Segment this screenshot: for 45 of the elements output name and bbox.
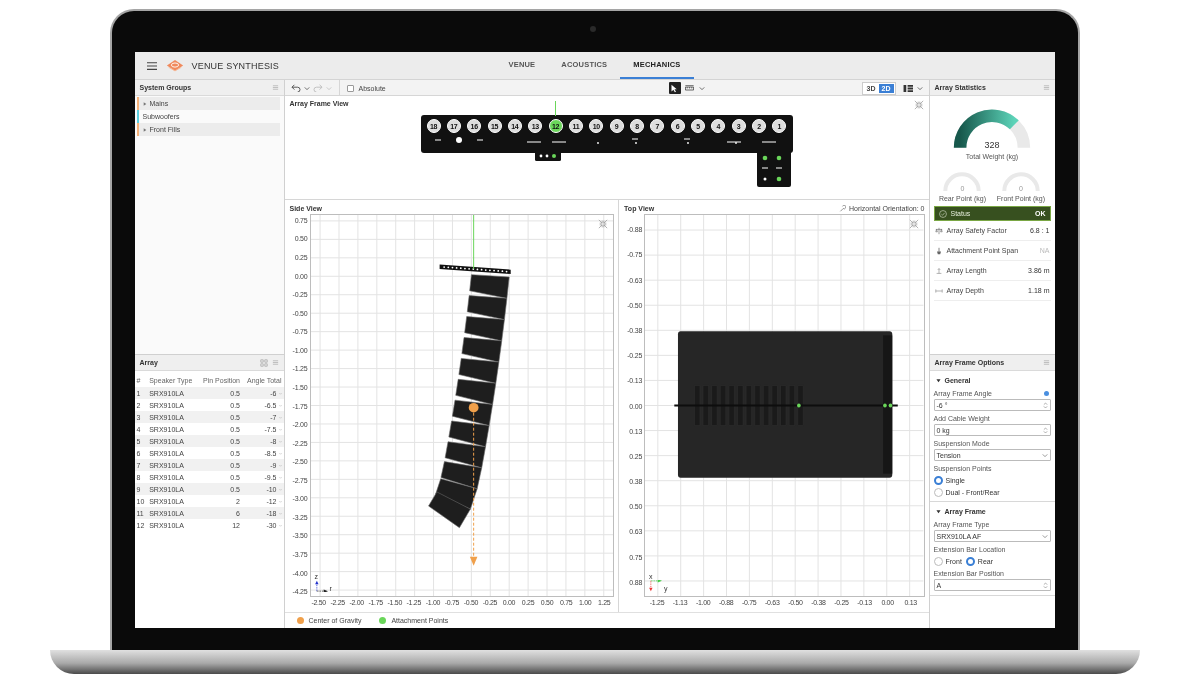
- menu-icon[interactable]: [145, 60, 158, 71]
- expand-icon[interactable]: [935, 378, 941, 383]
- collapse-icon[interactable]: [598, 219, 609, 229]
- logo-icon: [165, 59, 184, 72]
- gravity-point: [468, 402, 479, 413]
- wrench-icon: [839, 205, 846, 212]
- checkbox[interactable]: [346, 84, 354, 92]
- camera-dot: [589, 26, 596, 32]
- depth-icon: [934, 286, 943, 295]
- caret-icon[interactable]: [303, 85, 310, 91]
- attachment-line: [472, 215, 474, 270]
- anchor-icon: [934, 246, 943, 255]
- pointer-tool-button[interactable]: [668, 82, 681, 94]
- caret-icon[interactable]: [698, 85, 705, 91]
- caret-icon[interactable]: [1041, 533, 1048, 539]
- ruler-tool-button[interactable]: [683, 82, 696, 94]
- undo-icon[interactable]: [290, 84, 301, 92]
- caret-icon[interactable]: [325, 85, 332, 91]
- check-circle-icon: [938, 209, 947, 218]
- info-icon[interactable]: [1043, 391, 1049, 396]
- gauge-value: 328: [983, 140, 1001, 150]
- ruler-icon: [685, 83, 694, 93]
- length-icon: [934, 266, 943, 275]
- spinner-icon[interactable]: [1042, 426, 1048, 434]
- spinner-icon[interactable]: [1042, 401, 1048, 409]
- radio-button[interactable]: [933, 488, 943, 497]
- link-icon[interactable]: [259, 358, 268, 367]
- layout-icon[interactable]: [902, 83, 914, 93]
- radio-button[interactable]: [933, 557, 943, 566]
- expand-icon[interactable]: [935, 509, 941, 514]
- attachment-point: [797, 403, 801, 408]
- axis-icon: [314, 580, 329, 592]
- collapse-icon[interactable]: [913, 100, 924, 110]
- collapse-icon[interactable]: [908, 219, 919, 229]
- pointer-icon: [670, 83, 679, 93]
- scale-icon: [934, 226, 943, 235]
- caret-icon[interactable]: [1041, 452, 1048, 458]
- attachment-line: [555, 101, 557, 116]
- brand-name: VENUE SYNTHESIS: [191, 60, 280, 71]
- redo-icon[interactable]: [312, 84, 323, 92]
- caret-icon[interactable]: [916, 85, 923, 91]
- spinner-icon[interactable]: [1042, 581, 1048, 589]
- radio-button[interactable]: [933, 476, 943, 485]
- axis-icon: [649, 580, 664, 592]
- radio-button[interactable]: [965, 557, 975, 566]
